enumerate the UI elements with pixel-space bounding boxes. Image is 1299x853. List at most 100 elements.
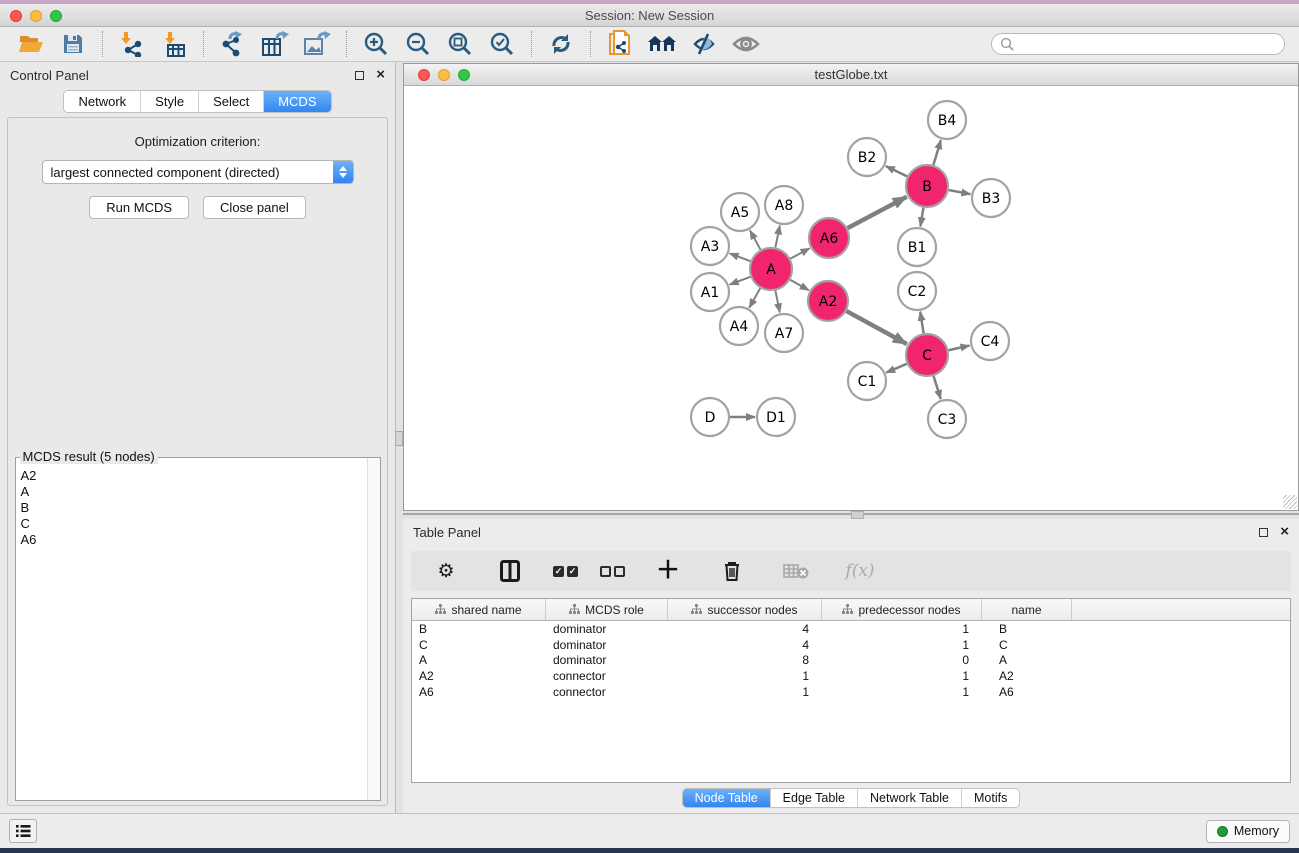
table-cell[interactable]: 4 [668,638,822,652]
graph-edge-B-B3[interactable] [949,190,971,194]
graph-node-C[interactable]: C [906,334,948,376]
mcds-result-item[interactable]: B [21,500,363,516]
table-tab-network-table[interactable]: Network Table [858,789,962,807]
graph-edge-A-A8[interactable] [775,226,779,248]
run-mcds-button[interactable]: Run MCDS [89,196,189,219]
show-graphics-details-eye-icon[interactable] [731,30,761,58]
minimize-window-icon[interactable] [30,10,42,22]
table-tab-edge-table[interactable]: Edge Table [771,789,858,807]
table-row[interactable]: Adominator80A [412,652,1290,668]
table-cell[interactable]: 1 [668,669,822,683]
network-zoom-icon[interactable] [458,69,470,81]
close-table-panel-icon[interactable]: × [1280,526,1289,538]
mcds-result-item[interactable]: A2 [21,468,363,484]
table-cell[interactable]: C [982,638,1072,652]
table-cell[interactable]: A6 [982,685,1072,699]
column-header-predecessor-nodes[interactable]: predecessor nodes [822,599,982,620]
graph-edge-B-B2[interactable] [886,166,907,176]
close-window-icon[interactable] [10,10,22,22]
graph-node-A8[interactable]: A8 [765,186,803,224]
graph-node-A5[interactable]: A5 [721,193,759,231]
home-views-icon[interactable] [647,30,677,58]
split-pane-handle-vertical[interactable] [395,431,403,446]
result-list-scrollbar[interactable] [367,458,380,800]
control-tab-select[interactable]: Select [199,91,264,112]
graph-node-A1[interactable]: A1 [691,273,729,311]
select-all-icon[interactable]: ✓✓ [553,566,578,577]
table-cell[interactable]: 1 [822,685,982,699]
table-cell[interactable]: 1 [822,622,982,636]
graph-node-B3[interactable]: B3 [972,179,1010,217]
graph-node-A3[interactable]: A3 [691,227,729,265]
zoom-in-icon[interactable] [361,30,391,58]
delete-column-icon[interactable] [717,557,747,585]
graph-edge-C-C1[interactable] [886,364,907,373]
refresh-view-icon[interactable] [546,30,576,58]
column-header-name[interactable]: name [982,599,1072,620]
graph-node-A6[interactable]: A6 [809,218,849,258]
save-session-icon[interactable] [58,30,88,58]
column-header-successor-nodes[interactable]: successor nodes [668,599,822,620]
graph-edge-A-A7[interactable] [775,291,779,313]
table-tab-motifs[interactable]: Motifs [962,789,1019,807]
add-column-icon[interactable]: ＋ [653,557,683,585]
graph-node-C2[interactable]: C2 [898,272,936,310]
network-from-document-icon[interactable] [605,30,635,58]
table-cell[interactable]: dominator [546,653,668,667]
network-canvas[interactable]: B4B2BB3A8A5A6A3B1AC2A1A2A4A7C4CC1C3DD1 [404,86,1298,510]
export-image-icon[interactable] [302,30,332,58]
deselect-all-icon[interactable] [600,566,625,577]
control-tab-style[interactable]: Style [141,91,199,112]
graph-node-B4[interactable]: B4 [928,101,966,139]
table-cell[interactable]: A2 [412,669,546,683]
graph-node-B2[interactable]: B2 [848,138,886,176]
search-box[interactable] [991,33,1285,55]
graph-node-C3[interactable]: C3 [928,400,966,438]
zoom-fit-content-icon[interactable] [445,30,475,58]
table-cell[interactable]: A [982,653,1072,667]
table-cell[interactable]: 4 [668,622,822,636]
graph-edge-A6-B[interactable] [848,197,907,228]
table-row[interactable]: A2connector11A2 [412,668,1290,684]
table-cell[interactable]: A6 [412,685,546,699]
table-row[interactable]: Cdominator41C [412,637,1290,653]
table-settings-icon[interactable]: ⚙ [431,557,461,585]
column-header-MCDS-role[interactable]: MCDS role [546,599,668,620]
resize-grip-icon[interactable] [1283,495,1297,509]
graph-edge-C-C3[interactable] [934,376,941,399]
criterion-dropdown[interactable]: largest connected component (directed) [42,160,354,184]
graph-node-D1[interactable]: D1 [757,398,795,436]
memory-button[interactable]: Memory [1206,820,1290,843]
search-input[interactable] [1014,37,1276,51]
table-cell[interactable]: connector [546,669,668,683]
graph-edge-C-C2[interactable] [920,312,923,334]
graph-node-B1[interactable]: B1 [898,228,936,266]
zoom-selected-icon[interactable] [487,30,517,58]
graph-edge-A-A3[interactable] [730,253,751,261]
control-tab-mcds[interactable]: MCDS [264,91,330,112]
control-tab-network[interactable]: Network [64,91,141,112]
graph-edge-A-A2[interactable] [790,280,809,290]
split-pane-handle-horizontal[interactable] [851,511,864,519]
mcds-result-item[interactable]: A [21,484,363,500]
graph-node-A[interactable]: A [750,248,792,290]
graph-edge-B-B1[interactable] [920,208,923,227]
column-header-shared-name[interactable]: shared name [412,599,546,620]
export-network-icon[interactable] [218,30,248,58]
graph-node-B[interactable]: B [906,165,948,207]
table-cell[interactable]: 8 [668,653,822,667]
zoom-out-icon[interactable] [403,30,433,58]
zoom-window-icon[interactable] [50,10,62,22]
table-cell[interactable]: A2 [982,669,1072,683]
graph-node-C1[interactable]: C1 [848,362,886,400]
table-cell[interactable]: connector [546,685,668,699]
graph-edge-A-A4[interactable] [749,288,760,308]
table-cell[interactable]: B [412,622,546,636]
network-minimize-icon[interactable] [438,69,450,81]
export-table-icon[interactable] [260,30,290,58]
close-panel-button[interactable]: Close panel [203,196,306,219]
graph-node-A7[interactable]: A7 [765,314,803,352]
table-row[interactable]: Bdominator41B [412,621,1290,637]
task-history-button[interactable] [9,819,37,843]
graph-node-C4[interactable]: C4 [971,322,1009,360]
